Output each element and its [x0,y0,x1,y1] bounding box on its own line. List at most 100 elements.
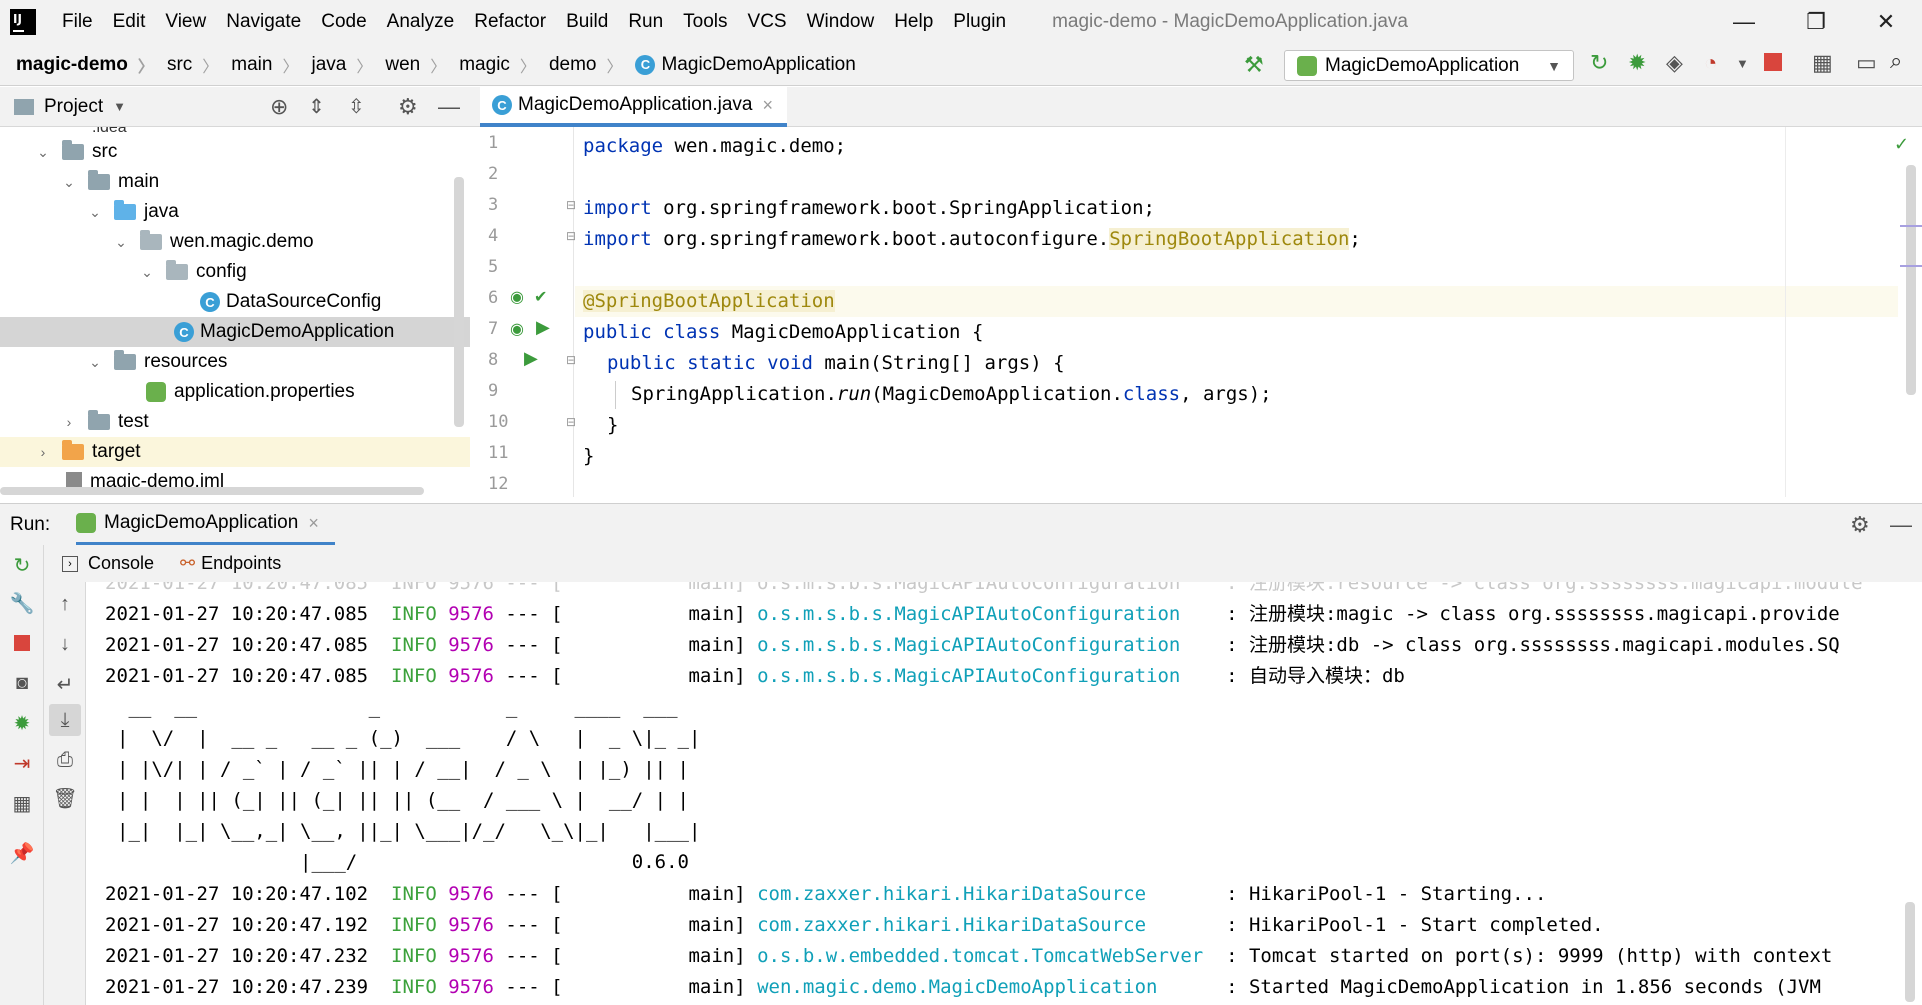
dump-threads-camera-icon[interactable]: ◙ [10,671,34,695]
breadcrumb-main[interactable]: main 〉 [218,53,298,77]
menu-navigate[interactable]: Navigate [216,0,311,44]
breadcrumb-magic[interactable]: magic 〉 [446,53,536,77]
restore-button[interactable]: ❐ [1780,0,1852,44]
endpoints-tab[interactable]: Endpoints [201,553,281,574]
close-window-button[interactable]: ✕ [1850,0,1922,44]
tree-item-resources[interactable]: ⌄ resources [0,347,470,377]
project-panel-title[interactable]: Project [44,96,103,118]
close-tab-icon[interactable]: × [762,95,773,116]
pin-tab-icon[interactable]: 📌 [10,841,35,865]
layout-icon[interactable]: ▭ [1856,50,1877,76]
expand-arrow-icon[interactable]: ⌄ [140,264,154,281]
search-icon[interactable]: ⌕ [1890,48,1902,74]
menu-vcs[interactable]: VCS [738,0,797,44]
menu-run[interactable]: Run [618,0,673,44]
tree-item-java[interactable]: ⌄ java [0,197,470,227]
run-settings-gear-icon[interactable]: ⚙ [1850,512,1870,538]
tree-item-datasourceconfig[interactable]: C DataSourceConfig [0,287,470,317]
menu-refactor[interactable]: Refactor [464,0,556,44]
expand-arrow-icon[interactable]: ⌄ [62,174,76,191]
run-tab-magicdemoapplication[interactable]: MagicDemoApplication × [76,504,335,546]
menu-build[interactable]: Build [556,0,618,44]
menu-code[interactable]: Code [311,0,376,44]
locate-icon[interactable]: ⊕ [270,94,288,120]
tree-scrollbar[interactable] [454,177,464,427]
expand-arrow-icon[interactable]: ⌄ [88,204,102,221]
inspection-ok-icon[interactable]: ✓ [1894,134,1909,155]
project-structure-icon[interactable]: ▦ [1812,50,1833,76]
tree-item-main[interactable]: ⌄ main [0,167,470,197]
line-number: 5 [488,257,499,277]
exit-icon[interactable]: ⇥ [10,751,34,775]
run-main-icon[interactable]: ▶ [524,348,538,369]
dropdown-arrow-icon: ▼ [1547,57,1561,74]
scroll-to-end-icon[interactable]: ⤓ [49,704,81,736]
console-output[interactable]: 2021-01-27 10:20:47.085 INFO 9576 --- [ … [87,582,1922,1005]
menu-view[interactable]: View [155,0,216,44]
tree-item-src[interactable]: ⌄ src [0,137,470,167]
expand-all-icon[interactable]: ⇕ [308,94,325,119]
tree-item-config[interactable]: ⌄ config [0,257,470,287]
print-icon[interactable]: ⎙ [53,748,77,772]
expand-arrow-icon[interactable]: ⌄ [88,354,102,371]
breadcrumb-demo[interactable]: demo 〉 [536,53,623,77]
breadcrumb-class[interactable]: C MagicDemoApplication [622,54,856,76]
tree-item-magicdemoapplication[interactable]: C MagicDemoApplication [0,317,470,347]
console-scrollbar[interactable] [1905,902,1915,1002]
menu-analyze[interactable]: Analyze [377,0,465,44]
layout-icon[interactable]: ▦ [10,791,34,815]
collapsed-arrow-icon[interactable]: › [62,414,76,430]
expand-arrow-icon[interactable]: ⌄ [114,234,128,251]
log-line: 2021-01-27 10:20:47.085 INFO 9576 --- [ … [105,603,1840,625]
breadcrumb-java[interactable]: java 〉 [298,53,372,77]
collapse-all-icon[interactable]: ⇳ [348,94,365,119]
hide-run-panel-icon[interactable]: — [1890,512,1912,538]
spring-boot-gutter-icon[interactable]: ◉ [510,319,524,339]
expand-arrow-icon[interactable]: ⌄ [36,144,50,161]
spring-bean-gutter-icon[interactable]: ◉ [510,287,524,307]
tree-item-application-properties[interactable]: application.properties [0,377,470,407]
rerun-icon[interactable]: ↻ [10,553,34,577]
project-view-dropdown-icon[interactable]: ▼ [113,99,126,114]
close-run-tab-icon[interactable]: × [308,513,319,534]
spring-config-gutter-icon[interactable]: ✔ [534,287,547,307]
profile-icon[interactable]: ◔ [1704,50,1717,76]
code-editor[interactable]: package wen.magic.demo; import org.sprin… [575,127,1898,497]
soft-wrap-icon[interactable]: ↵ [53,672,77,696]
debug-restart-icon[interactable]: ✹ [10,711,34,735]
console-tab[interactable]: Console [88,553,154,574]
debug-icon[interactable]: ✹ [1628,50,1646,76]
menu-edit[interactable]: Edit [103,0,156,44]
build-hammer-icon[interactable]: ⚒ [1244,52,1264,78]
menu-tools[interactable]: Tools [673,0,737,44]
collapsed-arrow-icon[interactable]: › [36,444,50,460]
menu-help[interactable]: Help [884,0,943,44]
editor-tab-magicdemoapplication[interactable]: C MagicDemoApplication.java × [480,87,787,127]
hide-panel-icon[interactable]: — [438,94,460,120]
menu-plugin[interactable]: Plugin [943,0,1016,44]
stop-icon[interactable] [10,631,34,655]
run-class-icon[interactable]: ▶ [536,317,550,338]
minimize-button[interactable]: — [1708,0,1780,44]
breadcrumb-project[interactable]: magic-demo 〉 [0,53,154,77]
menu-window[interactable]: Window [797,0,885,44]
stop-icon[interactable] [1764,53,1782,71]
scroll-down-icon[interactable]: ↓ [53,632,77,656]
scroll-up-icon[interactable]: ↑ [53,592,77,616]
tree-item-package[interactable]: ⌄ wen.magic.demo [0,227,470,257]
breadcrumb-src[interactable]: src 〉 [154,53,218,77]
coverage-icon[interactable]: ◈ [1666,50,1683,76]
tree-item-test[interactable]: › test [0,407,470,437]
settings-gear-icon[interactable]: ⚙ [398,94,418,120]
tree-horizontal-scrollbar[interactable] [0,487,424,495]
menu-file[interactable]: File [52,0,103,44]
source-folder-icon [114,200,136,220]
more-run-arrow-icon[interactable]: ▼ [1736,56,1749,71]
edit-config-wrench-icon[interactable]: 🔧 [10,591,35,615]
tree-item-target[interactable]: › target [0,437,470,467]
run-configuration-select[interactable]: MagicDemoApplication ▼ [1284,50,1574,81]
editor-scrollbar[interactable] [1906,165,1916,395]
rerun-icon[interactable]: ↻ [1590,50,1608,76]
clear-trash-icon[interactable]: 🗑 [52,786,77,810]
breadcrumb-wen[interactable]: wen 〉 [372,53,446,77]
